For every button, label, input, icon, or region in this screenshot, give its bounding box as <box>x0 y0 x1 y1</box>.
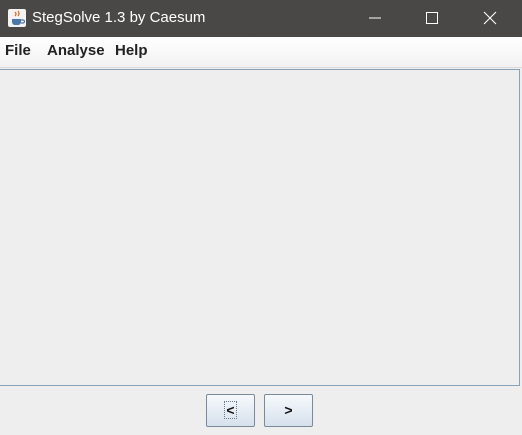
minimize-icon <box>369 17 381 19</box>
maximize-button[interactable] <box>404 0 460 37</box>
previous-plane-button[interactable]: < <box>206 394 255 427</box>
close-icon <box>483 11 497 25</box>
menu-file[interactable]: File <box>5 41 31 61</box>
previous-plane-label: < <box>224 401 237 419</box>
panel-separator <box>0 67 522 68</box>
java-cup-icon[interactable] <box>8 9 26 27</box>
stegsolve-window: StegSolve 1.3 by Caesum File Analyse Hel… <box>0 0 522 435</box>
next-plane-label: > <box>284 402 293 418</box>
next-plane-button[interactable]: > <box>264 394 313 427</box>
image-display-panel[interactable] <box>0 69 520 386</box>
maximize-icon <box>426 12 438 24</box>
menu-analyse[interactable]: Analyse <box>47 41 105 61</box>
window-title: StegSolve 1.3 by Caesum <box>32 9 206 26</box>
title-bar[interactable]: StegSolve 1.3 by Caesum <box>0 0 522 37</box>
menu-help[interactable]: Help <box>115 41 148 61</box>
minimize-button[interactable] <box>347 0 403 37</box>
menu-bar: File Analyse Help <box>0 37 522 68</box>
close-button[interactable] <box>462 0 518 37</box>
